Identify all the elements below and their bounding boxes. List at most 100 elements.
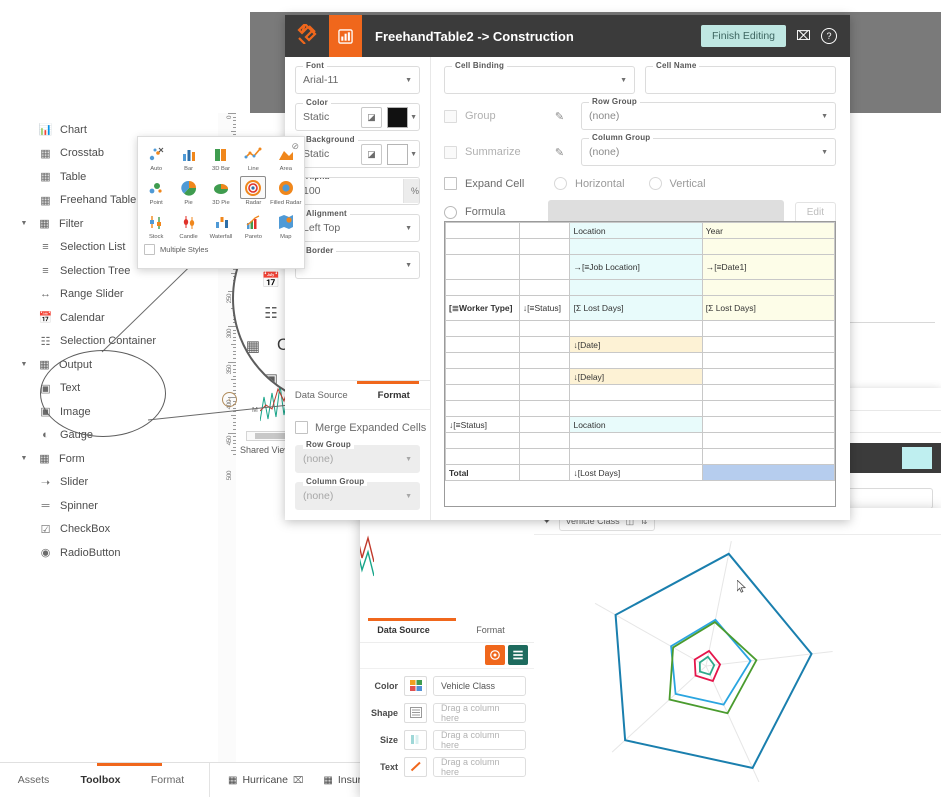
background-field[interactable]: Background Static ◪ ▼ [295, 135, 420, 168]
tree-item-calendar[interactable]: 📅 Calendar [0, 306, 218, 330]
horizontal-radio[interactable] [554, 177, 567, 190]
table-cell[interactable] [701, 432, 836, 449]
chart-type-waterfall[interactable]: Waterfall [205, 208, 237, 242]
table-row[interactable]: ↓[≡Status] Location [445, 416, 836, 433]
table-cell[interactable] [518, 400, 571, 417]
table-cell[interactable] [569, 279, 703, 296]
chart-type-3d-bar[interactable]: 3D Bar [205, 140, 237, 174]
chart-type-pie[interactable]: Pie [172, 174, 204, 208]
table-cell[interactable] [701, 400, 836, 417]
row-group-field-bottom[interactable]: Row Group (none) ▼ [295, 440, 420, 473]
chart-type-stock[interactable]: Stock [140, 208, 172, 242]
table-cell[interactable] [445, 368, 520, 385]
multiple-styles-row[interactable]: Multiple Styles [138, 242, 304, 255]
binding-row-color[interactable]: Color Vehicle Class [360, 674, 526, 697]
table-row[interactable]: Location Year [445, 222, 836, 239]
alpha-field[interactable]: Alpha 100 % [295, 177, 420, 205]
table-cell[interactable]: ↓[Delay] [569, 368, 703, 385]
table-cell[interactable] [701, 416, 836, 433]
merge-expanded-cells-row[interactable]: Merge Expanded Cells [285, 410, 430, 436]
table-cell[interactable] [701, 448, 836, 465]
tab-format[interactable]: Format [358, 390, 431, 401]
chart-type-map[interactable]: Map [270, 208, 302, 242]
table-cell[interactable] [701, 352, 836, 369]
table-cell[interactable]: →[≡Job Location] [569, 254, 703, 280]
table-cell[interactable] [445, 432, 520, 449]
table-cell[interactable]: Location [569, 222, 703, 239]
border-field[interactable]: Border ▼ [295, 246, 420, 279]
multiple-styles-checkbox[interactable] [144, 244, 155, 255]
table-row[interactable]: Total ↓[Lost Days] [445, 464, 836, 481]
table-cell[interactable] [445, 320, 520, 337]
binding-value[interactable]: Drag a column here [433, 729, 526, 750]
chart-type-line[interactable]: Line [237, 140, 269, 174]
group-checkbox-row[interactable]: Group [444, 109, 548, 123]
table-cell[interactable] [445, 254, 520, 280]
table-cell[interactable]: Total [445, 464, 520, 481]
table-cell[interactable]: ↓[Date] [569, 336, 703, 353]
color-field[interactable]: Color Static ◪ ▼ [295, 98, 420, 131]
expand-cell-row[interactable]: Expand Cell [444, 177, 548, 190]
expand-cell-checkbox[interactable] [444, 177, 457, 190]
table-cell[interactable] [518, 222, 571, 239]
table-cell[interactable] [701, 238, 836, 255]
column-group-field[interactable]: Column Group (none) ▼ [581, 133, 836, 166]
table-cell[interactable] [701, 336, 836, 353]
chevron-down-icon[interactable]: ▼ [405, 225, 412, 232]
chevron-down-icon[interactable]: ▼ [18, 455, 30, 462]
table-cell[interactable] [569, 320, 703, 337]
tab-data-source[interactable]: Data Source [360, 625, 447, 635]
tree-item-range-slider[interactable]: ↔ Range Slider [0, 283, 218, 307]
radar-series[interactable] [614, 552, 813, 770]
chevron-down-icon[interactable]: ▼ [18, 361, 30, 368]
table-cell[interactable] [518, 368, 571, 385]
table-cell[interactable] [518, 384, 571, 401]
binding-row-text[interactable]: Text Drag a column here [360, 755, 526, 778]
table-row[interactable] [445, 320, 836, 337]
table-cell[interactable]: ↓[≡Status] [445, 416, 520, 433]
formula-radio[interactable] [444, 205, 457, 219]
chart-type-auto[interactable]: Auto [140, 140, 172, 174]
chevron-down-icon[interactable]: ▼ [405, 262, 412, 269]
chart-type-point[interactable]: Point [140, 174, 172, 208]
table-cell[interactable]: [Σ Lost Days] [569, 295, 703, 321]
table-cell[interactable] [569, 352, 703, 369]
merge-expanded-checkbox[interactable] [295, 421, 308, 434]
table-row[interactable] [445, 432, 836, 449]
column-group-field-bottom[interactable]: Column Group (none) ▼ [295, 477, 420, 510]
tab-data-source[interactable]: Data Source [285, 390, 358, 401]
table-cell[interactable]: →[≡Date1] [701, 254, 836, 280]
binding-row-shape[interactable]: Shape Drag a column here [360, 701, 526, 724]
table-cell[interactable]: [Σ Lost Days] [701, 295, 836, 321]
apply-icon[interactable]: ⊘ [291, 141, 299, 152]
table-cell[interactable] [569, 400, 703, 417]
cell-name-field[interactable]: Cell Name [645, 61, 836, 94]
table-cell[interactable] [701, 320, 836, 337]
radar-chart[interactable] [534, 534, 941, 797]
table-cell[interactable]: Year [701, 222, 836, 239]
table-cell[interactable] [518, 279, 571, 296]
table-cell[interactable] [518, 238, 571, 255]
table-cell[interactable] [701, 368, 836, 385]
binding-value[interactable]: Vehicle Class [433, 675, 526, 696]
group-checkbox[interactable] [444, 109, 457, 123]
chevron-down-icon[interactable]: ▼ [405, 493, 412, 500]
binding-value[interactable]: Drag a column here [433, 756, 526, 777]
close-icon[interactable]: ⌧ [796, 28, 811, 44]
binding-value[interactable]: Drag a column here [433, 702, 526, 723]
table-cell[interactable] [445, 222, 520, 239]
table-row[interactable] [445, 384, 836, 401]
chevron-down-icon[interactable]: ▼ [821, 113, 828, 120]
chart-type-candle[interactable]: Candle [172, 208, 204, 242]
chevron-down-icon[interactable]: ▼ [620, 77, 627, 84]
chart-type-radar[interactable]: Radar [237, 174, 269, 208]
edit-formula-button[interactable]: Edit [794, 201, 836, 223]
summarize-checkbox-row[interactable]: Summarize [444, 145, 548, 159]
table-row[interactable]: [≣Worker Type] ↓[≡Status] [Σ Lost Days] [Σ … [445, 295, 836, 321]
chart-type-filled-radar[interactable]: Filled Radar [270, 174, 302, 208]
table-cell[interactable] [445, 336, 520, 353]
chevron-down-icon[interactable]: ▼ [821, 149, 828, 156]
finish-editing-button[interactable]: Finish Editing [700, 25, 787, 47]
table-row[interactable] [445, 352, 836, 369]
color-picker-icon[interactable]: ◪ [361, 106, 383, 128]
